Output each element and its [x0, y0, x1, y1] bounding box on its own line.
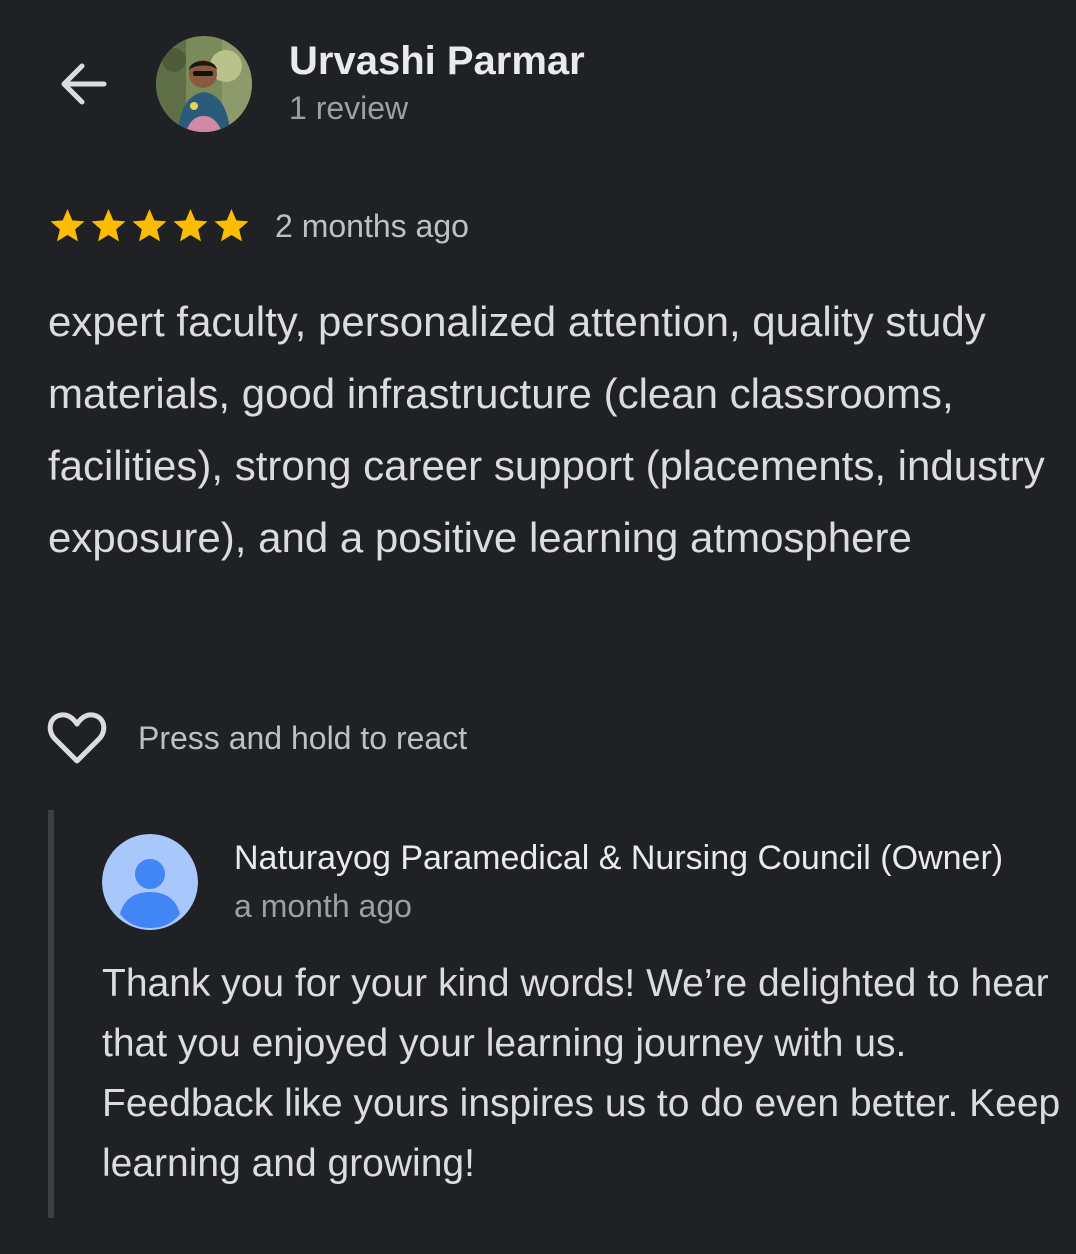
heart-outline-icon[interactable]: [46, 709, 108, 767]
default-person-avatar-icon: [102, 834, 198, 930]
owner-reply-text: Thank you for your kind words! We’re del…: [102, 962, 1061, 1185]
star-icon: [91, 209, 126, 242]
react-label: Press and hold to react: [138, 719, 468, 756]
review-count: 1 review: [289, 90, 409, 126]
react-row[interactable]: Press and hold to react: [46, 708, 467, 768]
owner-name: Naturayog Paramedical & Nursing Council …: [234, 839, 1004, 877]
back-button[interactable]: [56, 56, 112, 112]
star-rating: [47, 206, 252, 246]
star-icon: [173, 209, 208, 242]
owner-avatar[interactable]: [102, 834, 198, 930]
reviewer-avatar[interactable]: [156, 36, 252, 132]
star-icon: [132, 209, 167, 242]
owner-reply-date: a month ago: [234, 888, 412, 924]
reply-divider: [48, 810, 54, 1218]
back-arrow-icon: [61, 63, 107, 105]
star-icon: [50, 209, 85, 242]
review-text: expert faculty, personalized attention, …: [48, 298, 1045, 561]
star-icon: [214, 209, 249, 242]
review-date: 2 months ago: [275, 207, 469, 244]
reviewer-name[interactable]: Urvashi Parmar: [289, 38, 585, 84]
rating-row: 2 months ago: [47, 202, 469, 250]
